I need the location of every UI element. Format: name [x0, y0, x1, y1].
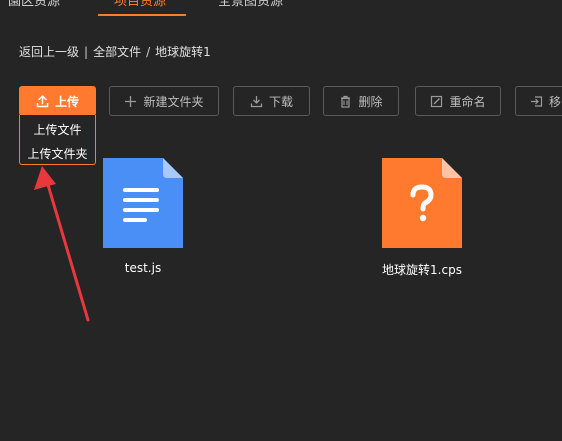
plus-icon [125, 95, 137, 107]
upload-button[interactable]: 上传 [19, 86, 96, 116]
download-icon [250, 95, 263, 107]
move-button[interactable]: 移 [515, 86, 562, 116]
rename-button[interactable]: 重命名 [415, 86, 501, 116]
tab-panorama-resources[interactable]: 全景图资源 [218, 0, 283, 9]
annotation-arrow [34, 166, 90, 322]
move-icon [531, 95, 543, 107]
upload-folder-menu-item[interactable]: 上传文件夹 [20, 145, 95, 162]
upload-icon [36, 94, 49, 107]
unknown-file-icon [382, 158, 462, 248]
upload-file-menu-item[interactable]: 上传文件 [20, 121, 95, 138]
rename-button-label: 重命名 [449, 94, 486, 109]
upload-button-label: 上传 [54, 94, 79, 109]
active-tab-indicator [98, 14, 186, 16]
breadcrumb-root-link[interactable]: 全部文件 [93, 43, 141, 60]
tab-project-resources[interactable]: 项目资源 [114, 0, 166, 9]
new-folder-button-label: 新建文件夹 [143, 94, 204, 109]
breadcrumb-divider: | [84, 44, 89, 59]
document-icon [103, 158, 183, 248]
toolbar: 上传 新建文件夹 下载 删除 重命名 移 [0, 86, 562, 116]
breadcrumb-current: 地球旋转1 [155, 45, 211, 59]
edit-icon [431, 95, 443, 107]
delete-button[interactable]: 删除 [323, 86, 399, 116]
delete-button-label: 删除 [358, 94, 383, 109]
file-name: 地球旋转1.cps [382, 263, 462, 277]
download-button[interactable]: 下载 [233, 86, 310, 116]
tab-bar: 園区资源 项目资源 全景图资源 [0, 0, 562, 16]
file-name: test.js [124, 261, 162, 275]
tab-campus-resources[interactable]: 園区资源 [8, 0, 60, 9]
upload-dropdown-menu: 上传文件 上传文件夹 [19, 115, 96, 165]
breadcrumb-slash: / [146, 44, 151, 59]
breadcrumb-back-link[interactable]: 返回上一级 [19, 43, 79, 60]
trash-icon [341, 95, 351, 108]
file-item[interactable] [382, 158, 462, 248]
new-folder-button[interactable]: 新建文件夹 [109, 86, 219, 116]
move-button-label: 移 [549, 94, 562, 109]
file-item[interactable] [103, 158, 183, 248]
download-button-label: 下载 [268, 94, 293, 109]
breadcrumb: 返回上一级 | 全部文件 / 地球旋转1 [19, 43, 211, 60]
